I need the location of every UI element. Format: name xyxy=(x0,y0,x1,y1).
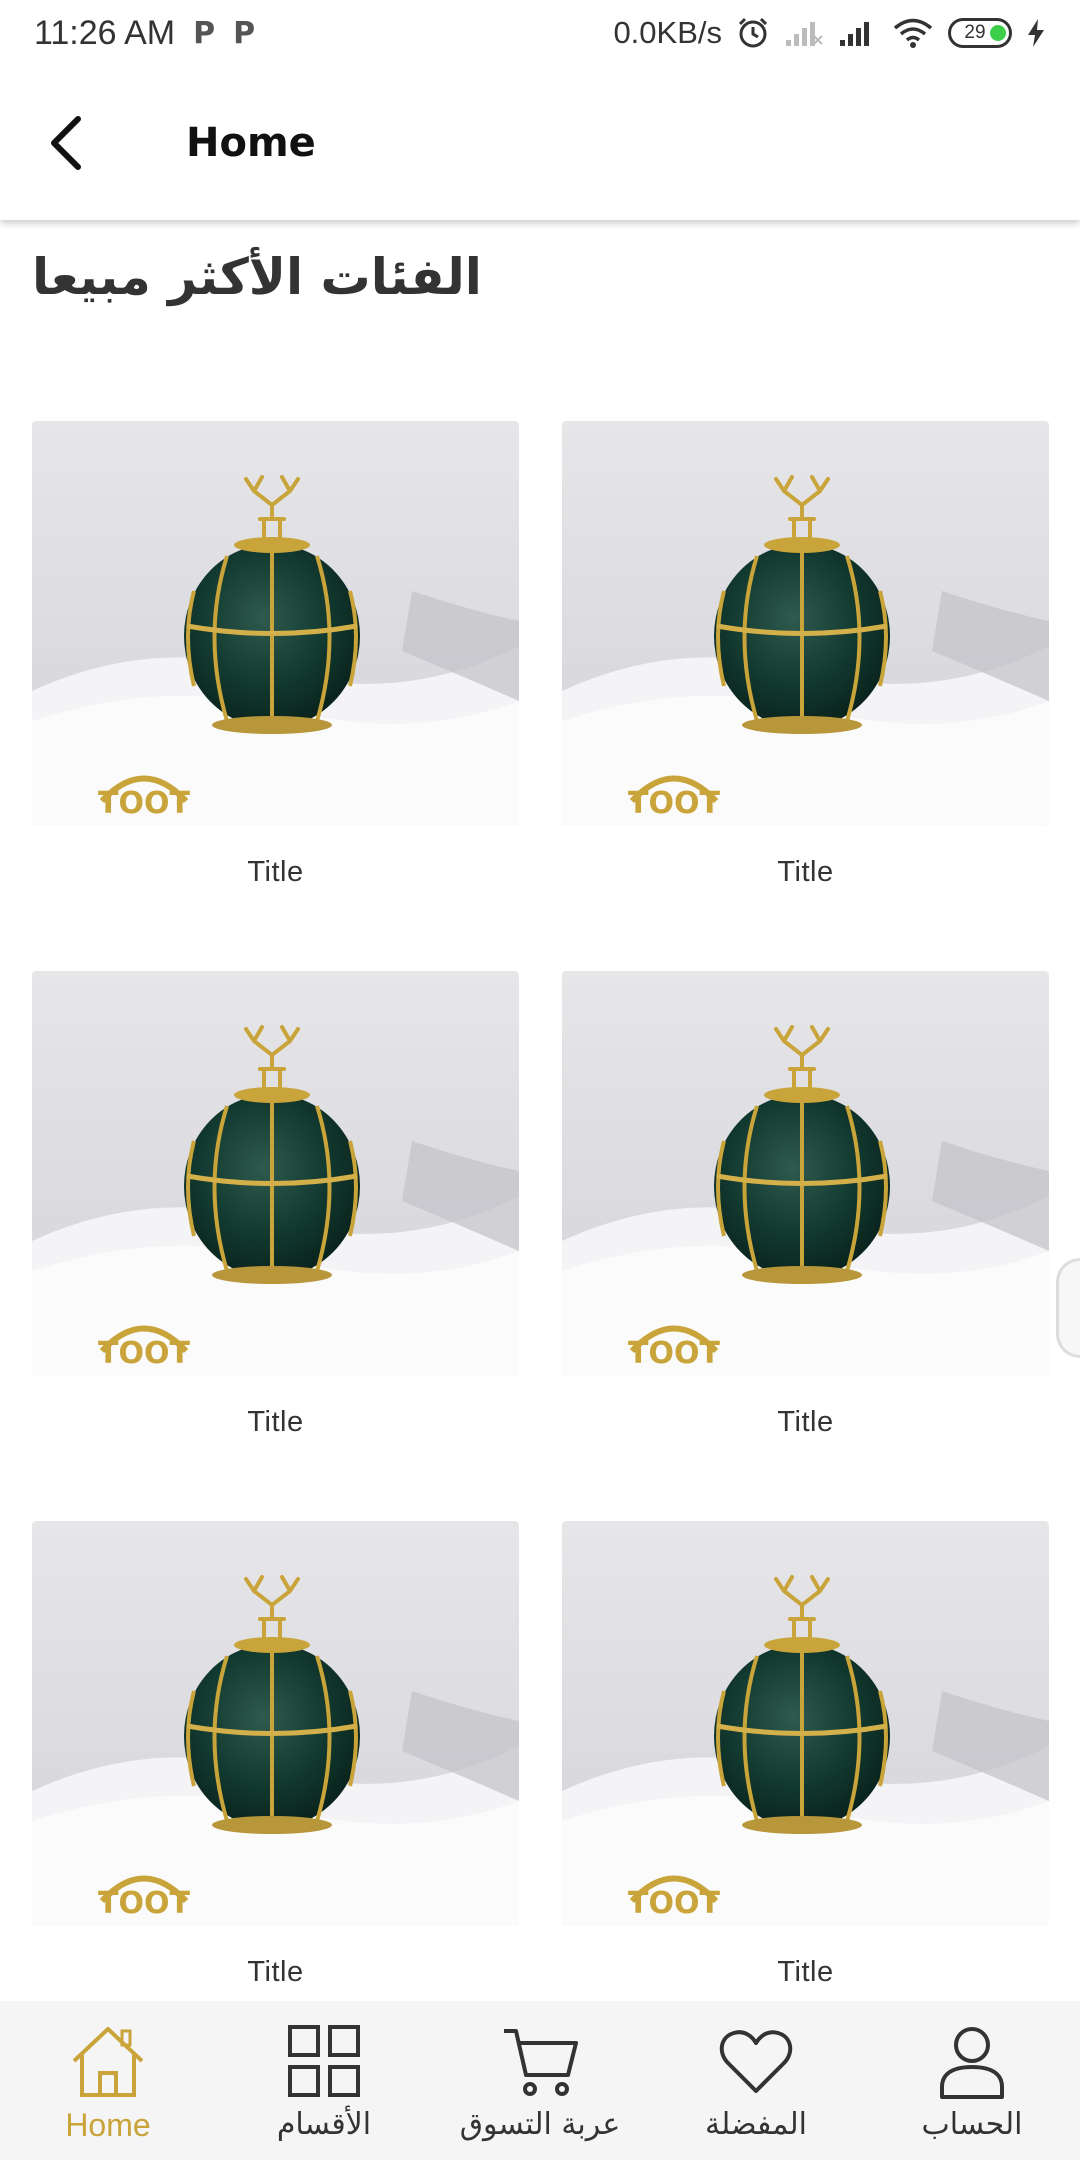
brand-logo-text: TOOT xyxy=(628,1336,720,1371)
product-card[interactable]: TOOT Title xyxy=(562,1521,1049,2071)
notification-p-icon: P xyxy=(193,15,216,51)
product-title: Title xyxy=(777,1406,834,1438)
network-speed: 0.0KB/s xyxy=(613,15,722,50)
back-button[interactable] xyxy=(6,83,126,203)
product-image[interactable]: TOOT xyxy=(562,1521,1049,1926)
product-image[interactable]: TOOT xyxy=(32,971,519,1376)
nav-label-cart: عربة التسوق xyxy=(459,2107,621,2142)
product-photo: TOOT xyxy=(562,475,1049,826)
product-card[interactable]: TOOT Title xyxy=(32,971,519,1521)
product-photo: TOOT xyxy=(562,1575,1049,1926)
product-image[interactable]: TOOT xyxy=(32,1521,519,1926)
product-card[interactable]: TOOT Title xyxy=(562,421,1049,971)
app-bar: Home xyxy=(0,66,1080,220)
page-title: Home xyxy=(186,120,316,166)
brand-logo-text: TOOT xyxy=(98,1886,190,1921)
section-title: الفئات الأكثر مبيعا xyxy=(32,248,482,306)
nav-label-categories: الأقسام xyxy=(276,2107,372,2142)
nav-item-home[interactable]: Home xyxy=(0,2001,216,2144)
status-bar: 11:26 AM P P 0.0KB/s 29 xyxy=(0,0,1080,66)
nav-label-account: الحساب xyxy=(921,2107,1023,2142)
product-title: Title xyxy=(247,1956,304,1988)
battery-icon: 29 xyxy=(948,18,1012,48)
nav-label-home: Home xyxy=(65,2107,151,2143)
user-icon xyxy=(940,2027,1004,2099)
nav-label-favorites: المفضلة xyxy=(704,2107,808,2142)
product-title: Title xyxy=(247,856,304,888)
product-photo: TOOT xyxy=(562,1025,1049,1376)
product-card[interactable]: TOOT Title xyxy=(32,421,519,971)
grid-icon xyxy=(288,2025,360,2097)
signal-icon xyxy=(840,22,869,46)
brand-logo-text: TOOT xyxy=(628,786,720,821)
cart-icon xyxy=(504,2029,578,2096)
product-photo: TOOT xyxy=(32,1025,519,1376)
product-photo: TOOT xyxy=(32,1575,519,1926)
clock: 11:26 AM xyxy=(34,13,176,52)
nav-item-account[interactable]: الحساب xyxy=(864,2001,1080,2142)
product-title: Title xyxy=(247,1406,304,1438)
back-arrow-icon xyxy=(51,116,81,170)
sim-no-signal-icon xyxy=(786,22,823,46)
product-image[interactable]: TOOT xyxy=(562,971,1049,1376)
product-card[interactable]: TOOT Title xyxy=(32,1521,519,2071)
brand-logo-text: TOOT xyxy=(628,1886,720,1921)
product-card[interactable]: TOOT Title xyxy=(562,971,1049,1521)
product-image[interactable]: TOOT xyxy=(562,421,1049,826)
bottom-nav: Home الأقسام عربة التسوق المفضلة الحساب xyxy=(0,2001,1080,2160)
alarm-icon xyxy=(738,17,768,48)
product-photo: TOOT xyxy=(32,475,519,826)
status-right: 0.0KB/s 29 xyxy=(613,15,1046,51)
heart-icon xyxy=(719,2030,793,2093)
home-icon xyxy=(72,2027,144,2097)
nav-item-cart[interactable]: عربة التسوق xyxy=(432,2001,648,2142)
nav-item-categories[interactable]: الأقسام xyxy=(216,2001,432,2142)
notification-p-icon: P xyxy=(233,15,256,51)
brand-logo-text: TOOT xyxy=(98,1336,190,1371)
nav-item-favorites[interactable]: المفضلة xyxy=(648,2001,864,2142)
battery-level: 29 xyxy=(964,22,986,43)
product-title: Title xyxy=(777,856,834,888)
side-drawer-handle[interactable] xyxy=(1056,1258,1080,1358)
status-left: 11:26 AM P P xyxy=(34,14,255,53)
wifi-icon xyxy=(893,18,933,48)
charging-icon xyxy=(1028,19,1044,47)
product-title: Title xyxy=(777,1956,834,1988)
brand-logo-text: TOOT xyxy=(98,786,190,821)
product-image[interactable]: TOOT xyxy=(32,421,519,826)
product-grid: TOOT Title TOOT Title TOOT Title TOOT Title TOOT… xyxy=(32,421,1049,2071)
